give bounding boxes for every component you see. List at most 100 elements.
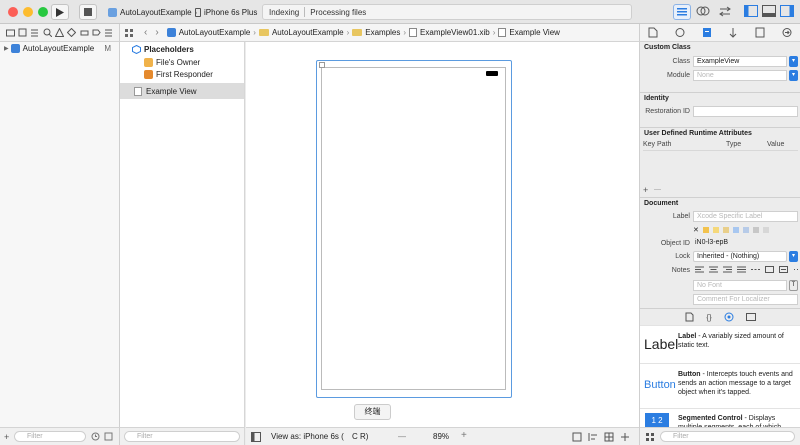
runtime-attributes-table[interactable]	[643, 152, 798, 184]
connections-inspector-icon[interactable]	[782, 27, 792, 38]
toggle-navigator-button[interactable]	[743, 4, 761, 20]
class-dropdown-icon[interactable]: ▾	[789, 56, 798, 67]
color-swatch-blue[interactable]	[732, 227, 739, 233]
color-swatch-gray[interactable]	[752, 227, 759, 233]
add-icon[interactable]: +	[4, 432, 9, 442]
navigator-filter-field[interactable]: Filter	[14, 431, 86, 442]
toggle-debug-button[interactable]	[761, 4, 779, 20]
restoration-id-field[interactable]	[693, 106, 798, 117]
clock-icon[interactable]	[91, 432, 100, 441]
run-button[interactable]	[51, 4, 69, 20]
recent-files-icon[interactable]	[104, 432, 113, 441]
size-inspector-icon[interactable]	[755, 27, 765, 38]
minimize-window-button[interactable]	[23, 7, 33, 17]
jump-item-view[interactable]: Example View	[509, 28, 560, 37]
toggle-utilities-button[interactable]	[779, 4, 797, 20]
hierarchy-icon[interactable]	[30, 28, 39, 37]
font-field[interactable]: No Font	[693, 280, 787, 291]
file-inspector-icon[interactable]	[648, 27, 658, 38]
jump-item-group[interactable]: AutoLayoutExample	[272, 28, 344, 37]
forward-icon[interactable]: ›	[155, 27, 158, 38]
warning-icon[interactable]	[54, 28, 64, 37]
justify-icon[interactable]	[737, 266, 746, 273]
library-item-label[interactable]: Label Label - A variably sized amount of…	[640, 325, 800, 363]
dashes-icon[interactable]	[751, 266, 760, 273]
align-icon[interactable]	[588, 432, 598, 442]
library-item-segmented-control[interactable]: 1 2 Segmented Control - Displays multipl…	[640, 408, 800, 427]
zoom-window-button[interactable]	[38, 7, 48, 17]
resolve-issues-icon[interactable]	[620, 432, 630, 442]
zoom-out-button[interactable]: —	[398, 432, 406, 441]
report-icon[interactable]	[104, 28, 113, 37]
test-icon[interactable]	[67, 28, 77, 37]
box-icon[interactable]	[765, 266, 774, 273]
version-editor-button[interactable]	[717, 4, 735, 20]
pin-icon[interactable]	[604, 432, 614, 442]
remove-attribute-button[interactable]: —	[654, 186, 661, 193]
placeholder-cube-icon	[144, 58, 153, 67]
scheme-selector[interactable]: AutoLayoutExample ›	[108, 4, 200, 20]
folder-icon[interactable]	[5, 28, 15, 37]
standard-editor-button[interactable]	[673, 4, 691, 20]
outline-item-example-view[interactable]: Example View	[120, 83, 244, 99]
example-view[interactable]	[321, 67, 506, 390]
grid-view-icon[interactable]	[645, 432, 655, 442]
align-left-icon[interactable]	[695, 266, 704, 273]
library-filter-field[interactable]: Filter	[660, 431, 795, 442]
library-item-button[interactable]: Button Button - Intercepts touch events …	[640, 363, 800, 408]
jump-item-file[interactable]: ExampleView01.xib	[420, 28, 490, 37]
xcode-label-field[interactable]: Xcode Specific Label	[693, 211, 798, 222]
device-selector[interactable]: iPhone 6s Plus	[195, 4, 257, 20]
module-dropdown-icon[interactable]: ▾	[789, 70, 798, 81]
project-row[interactable]: ▶ AutoLayoutExample M	[0, 42, 119, 54]
zoom-in-button[interactable]: +	[461, 430, 467, 441]
source-control-icon[interactable]	[18, 28, 27, 37]
disclosure-triangle-icon[interactable]: ▶	[4, 45, 9, 52]
text-box-icon[interactable]	[779, 266, 788, 273]
toggle-outline-icon[interactable]	[251, 432, 261, 442]
jump-item-project[interactable]: AutoLayoutExample	[179, 28, 251, 37]
color-swatch-tan[interactable]	[722, 227, 729, 233]
more-icon[interactable]	[793, 266, 800, 273]
code-snippet-icon[interactable]: {}	[706, 313, 711, 322]
color-swatch-lightblue[interactable]	[742, 227, 749, 233]
breakpoint-icon[interactable]	[92, 28, 101, 37]
placeholders-section[interactable]: Placeholders	[132, 45, 194, 54]
resize-handle-icon[interactable]	[319, 62, 325, 68]
object-library-icon[interactable]	[724, 312, 734, 322]
chevron-right-icon: ›	[403, 28, 407, 37]
align-center-icon[interactable]	[709, 266, 718, 273]
attributes-inspector-icon[interactable]	[728, 27, 738, 38]
search-icon[interactable]	[43, 28, 52, 37]
class-field[interactable]: ExampleView	[693, 56, 787, 67]
jump-item-examples[interactable]: Examples	[365, 28, 400, 37]
example-view-frame[interactable]	[316, 60, 512, 398]
assistant-editor-button[interactable]	[695, 4, 713, 20]
view-as-label[interactable]: View as: iPhone 6s (	[271, 432, 344, 441]
clear-label-button[interactable]: ✕	[693, 226, 699, 234]
close-window-button[interactable]	[8, 7, 18, 17]
outline-item-first-responder[interactable]: First Responder	[144, 70, 213, 79]
help-inspector-icon[interactable]	[675, 27, 685, 38]
color-swatch-orange[interactable]	[702, 227, 709, 233]
file-template-icon[interactable]	[685, 312, 694, 322]
back-icon[interactable]: ‹	[144, 27, 147, 38]
media-library-icon[interactable]	[745, 312, 756, 322]
related-items-icon[interactable]	[124, 28, 134, 38]
debug-icon[interactable]	[80, 28, 89, 37]
outline-filter-field[interactable]: Filter	[124, 431, 240, 442]
lock-select[interactable]: Inherited - (Nothing)	[693, 251, 787, 262]
color-swatch-yellow[interactable]	[712, 227, 719, 233]
identity-inspector-icon[interactable]	[702, 27, 712, 38]
stop-button[interactable]	[79, 4, 97, 20]
font-picker-icon[interactable]: T	[789, 280, 798, 291]
update-frames-icon[interactable]	[572, 432, 582, 442]
add-attribute-button[interactable]: +	[643, 185, 648, 195]
localizer-comment-field[interactable]: Comment For Localizer	[693, 294, 798, 305]
align-right-icon[interactable]	[723, 266, 732, 273]
color-swatch-silver[interactable]	[762, 227, 769, 233]
lock-dropdown-icon[interactable]: ▾	[789, 251, 798, 262]
interface-builder-canvas[interactable]: 终端	[246, 42, 639, 427]
module-field[interactable]: None	[693, 70, 787, 81]
outline-item-files-owner[interactable]: File's Owner	[144, 58, 200, 67]
